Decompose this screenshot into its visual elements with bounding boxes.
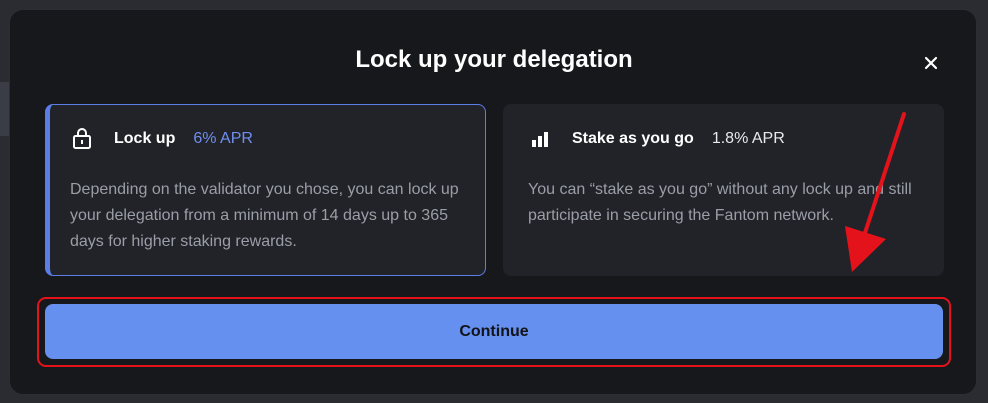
- modal-title: Lock up your delegation: [355, 46, 633, 73]
- option-header: Lock up 6% APR: [70, 127, 253, 151]
- option-header: Stake as you go 1.8% APR: [528, 127, 785, 151]
- bar-chart-icon: [528, 127, 552, 151]
- option-apr: 1.8% APR: [711, 130, 785, 147]
- option-description: Depending on the validator you chose, yo…: [70, 181, 459, 250]
- option-description: You can “stake as you go” without any lo…: [528, 181, 912, 224]
- close-icon: [924, 56, 938, 70]
- option-apr: 6% APR: [193, 130, 253, 147]
- lock-icon: [70, 127, 94, 151]
- option-card-lock-up[interactable]: Lock up 6% APR Depending on the validato…: [45, 104, 486, 276]
- close-button[interactable]: [918, 50, 944, 76]
- option-name: Stake as you go: [572, 130, 694, 147]
- lock-up-modal: Lock up your delegation Lock up 6% APR D…: [9, 9, 977, 395]
- option-card-stake-as-you-go[interactable]: Stake as you go 1.8% APR You can “stake …: [503, 104, 944, 276]
- continue-button[interactable]: Continue: [45, 304, 943, 359]
- option-name: Lock up: [114, 130, 176, 147]
